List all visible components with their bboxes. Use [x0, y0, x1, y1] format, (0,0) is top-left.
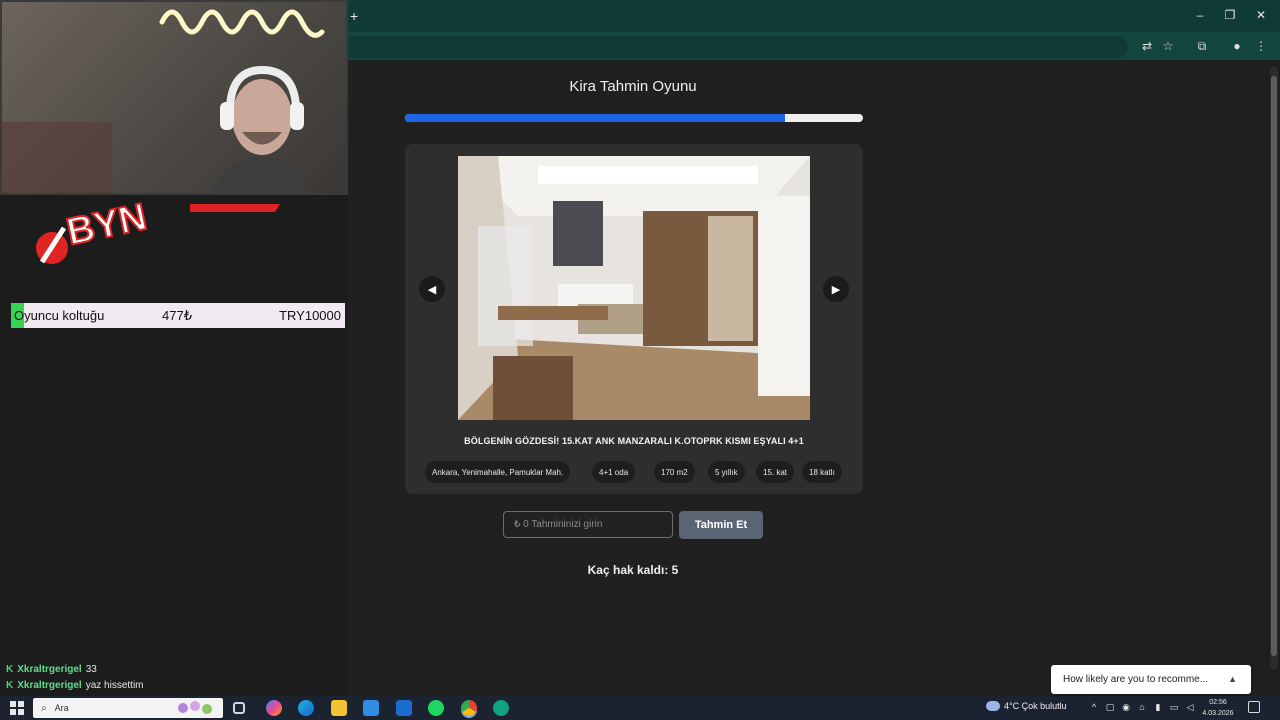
search-placeholder: Ara — [54, 703, 69, 713]
chat-username: Xkraltrgerigel — [17, 664, 82, 675]
mail-icon[interactable] — [396, 700, 412, 716]
chat-text: yaz hissettim — [85, 680, 144, 691]
taskbar-clock[interactable]: 02:56 4.03.2026 — [1200, 697, 1236, 719]
listing-card: ◀ ▶ BÖLGENİN GÖZDESİ! 15.KAT ANK MANZARA… — [405, 144, 863, 494]
scrollbar-thumb[interactable] — [1271, 76, 1277, 656]
extensions-icon[interactable]: ⧉ — [1194, 38, 1210, 54]
more-icon[interactable]: ⋮ — [1253, 38, 1269, 54]
address-bar[interactable] — [348, 36, 1128, 58]
stream-overlay: BYN O yuncu koltuğu 477₺ TRY10000 K Xkra… — [0, 0, 348, 696]
translate-icon[interactable]: ⇄ — [1139, 38, 1155, 54]
page-scrollbar[interactable] — [1270, 66, 1278, 670]
guess-input[interactable] — [503, 511, 673, 538]
clock-date: 4.03.2026 — [1202, 710, 1234, 717]
maximize-button[interactable]: ❐ — [1220, 8, 1240, 22]
tray-app-icon[interactable]: ▢ — [1104, 702, 1116, 713]
stream-chat: K Xkraltrgerigel 33 K Xkraltrgerigel yaz… — [6, 662, 144, 694]
minimize-button[interactable]: – — [1190, 8, 1210, 22]
game-title: Kira Tahmin Oyunu — [569, 78, 697, 95]
chip-age: 5 yıllık — [708, 461, 745, 483]
webcam-background — [2, 122, 112, 193]
chip-location: Ankara, Yenimahalle, Pamuklar Mah. — [425, 461, 571, 483]
listing-details: Ankara, Yenimahalle, Pamuklar Mah. 4+1 o… — [425, 461, 845, 483]
weather-text: 4°C Çok bulutlu — [1004, 701, 1067, 711]
chip-total-floors: 18 katlı — [802, 461, 842, 483]
chip-area: 170 m2 — [654, 461, 695, 483]
chat-badge-icon: K — [6, 680, 14, 691]
next-photo-button[interactable]: ▶ — [823, 276, 849, 302]
remaining-attempts: Kaç hak kaldı: 5 — [587, 563, 679, 577]
guess-submit-button[interactable]: Tahmin Et — [679, 511, 763, 539]
chevron-up-icon[interactable]: ▲ — [1228, 674, 1237, 684]
svg-text:BYN: BYN — [63, 196, 150, 254]
seat-total: TRY10000 — [279, 308, 341, 323]
store-icon[interactable] — [363, 700, 379, 716]
seat-label: yuncu koltuğu — [24, 308, 105, 323]
microphone-icon[interactable]: ▮ — [1152, 702, 1164, 713]
streamer-silhouette — [213, 65, 311, 193]
game-progress-bar — [405, 114, 863, 122]
taskbar-search[interactable]: ⌕ Ara — [33, 698, 223, 718]
seat-price-bar: O yuncu koltuğu 477₺ TRY10000 — [11, 303, 345, 328]
channel-logo: BYN — [36, 195, 280, 264]
chat-username: Xkraltrgerigel — [17, 680, 82, 691]
spotify-icon[interactable] — [428, 700, 444, 716]
app-icon[interactable] — [493, 700, 509, 716]
seat-amount: 477₺ — [162, 308, 192, 323]
profile-icon[interactable]: ● — [1229, 38, 1245, 54]
feedback-survey-toast[interactable]: How likely are you to recomme... ▲ — [1051, 665, 1251, 694]
windows-start-icon[interactable] — [10, 701, 24, 715]
neon-light-decoration — [159, 9, 325, 38]
task-view-icon[interactable] — [233, 702, 245, 714]
webcam-feed — [0, 0, 348, 195]
chat-badge-icon: K — [6, 664, 14, 675]
seat-label-highlight: O — [11, 303, 25, 328]
weather-widget[interactable]: 4°C Çok bulutlu — [986, 701, 1067, 711]
search-highlight-image — [178, 701, 212, 714]
chat-text: 33 — [85, 664, 97, 675]
listing-title: BÖLGENİN GÖZDESİ! 15.KAT ANK MANZARALI K… — [464, 436, 804, 446]
toast-text: How likely are you to recomme... — [1063, 674, 1209, 685]
clock-time: 02:56 — [1209, 699, 1227, 706]
display-icon[interactable]: ▭ — [1168, 702, 1180, 713]
windows-taskbar: ⌕ Ara 4°C Çok bulutlu ^ ▢ ◉ ⌂ ▮ ▭ ◁ 02:5… — [0, 696, 1280, 720]
chat-message: K Xkraltrgerigel 33 — [6, 662, 144, 678]
chip-rooms: 4+1 oda — [592, 461, 636, 483]
chat-message: K Xkraltrgerigel yaz hissettim — [6, 678, 144, 694]
cloud-icon — [986, 701, 1000, 711]
browser-toolbar: ⇄ ☆ ⧉ ● ⋮ — [348, 32, 1280, 60]
copilot-icon[interactable] — [266, 700, 282, 716]
chrome-icon[interactable] — [461, 700, 477, 716]
star-icon[interactable]: ☆ — [1160, 38, 1176, 54]
search-icon: ⌕ — [41, 702, 47, 714]
show-hidden-icons-icon[interactable]: ^ — [1088, 702, 1100, 712]
new-tab-button[interactable]: + — [350, 8, 360, 24]
prev-photo-button[interactable]: ◀ — [419, 276, 445, 302]
progress-fill — [405, 114, 786, 122]
network-icon[interactable]: ⌂ — [1136, 702, 1148, 712]
chip-floor: 15. kat — [756, 461, 795, 483]
close-button[interactable]: ✕ — [1251, 8, 1271, 22]
tray-app-icon[interactable]: ◉ — [1120, 702, 1132, 713]
file-explorer-icon[interactable] — [331, 700, 347, 716]
browser-window: + – ❐ ✕ ⇄ ☆ ⧉ ● ⋮ Kira Tahmin Oyunu ◀ ▶ … — [348, 0, 1280, 696]
listing-photo — [458, 156, 810, 420]
browser-titlebar: + – ❐ ✕ — [348, 0, 1280, 32]
notification-icon[interactable] — [1248, 701, 1260, 713]
edge-icon[interactable] — [298, 700, 314, 716]
volume-icon[interactable]: ◁ — [1184, 702, 1196, 713]
